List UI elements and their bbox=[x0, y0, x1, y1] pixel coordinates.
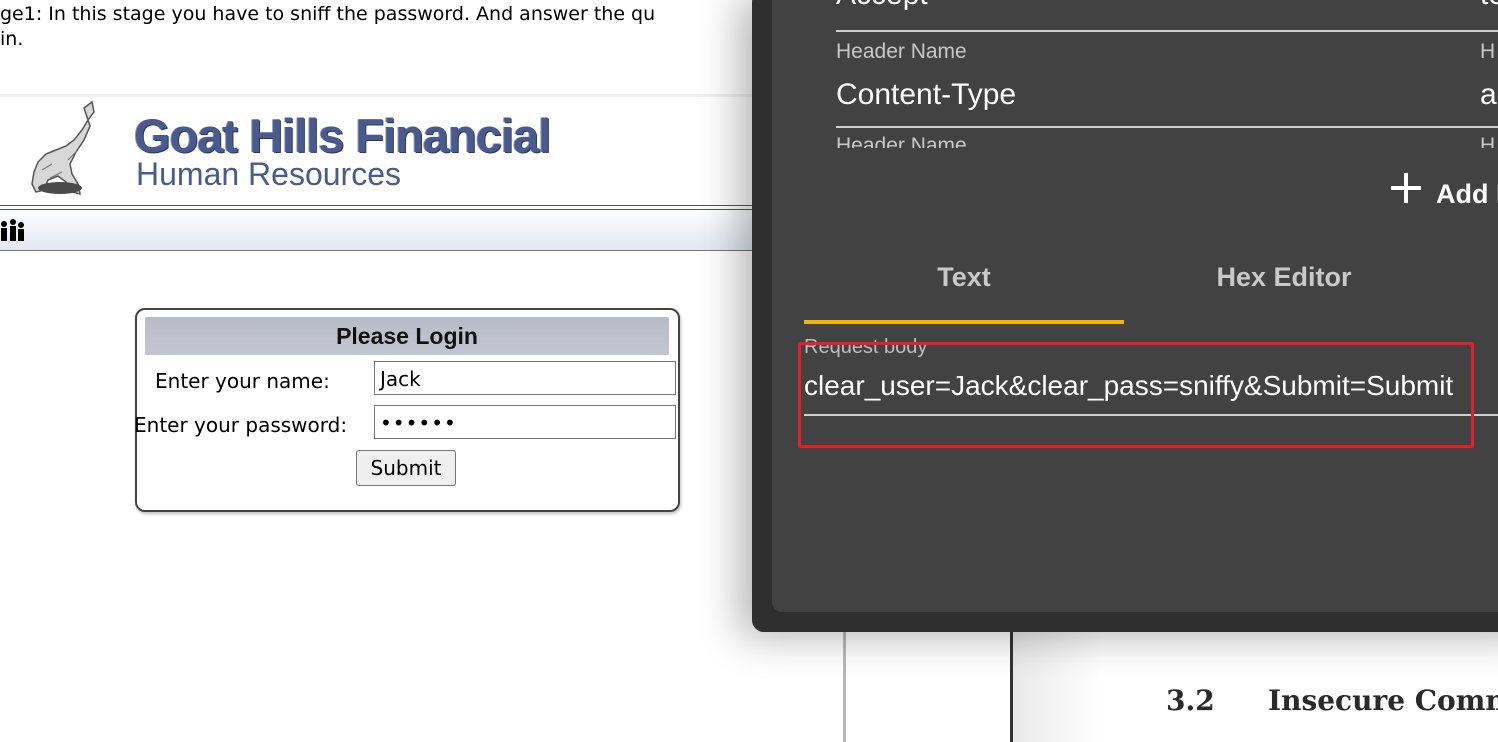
users-icon[interactable] bbox=[0, 218, 26, 242]
add-header-button[interactable]: Add I bbox=[1436, 179, 1498, 210]
header-name-label: Header Name bbox=[836, 40, 967, 63]
login-panel: Please Login Enter your name: Jack Enter… bbox=[134, 308, 680, 512]
instructions-line-1: ge1: In this stage you have to sniff the… bbox=[0, 3, 656, 25]
header-value-right[interactable]: te bbox=[1480, 0, 1498, 12]
brand-subtitle: Human Resources bbox=[136, 156, 401, 192]
instructions-text: ge1: In this stage you have to sniff the… bbox=[0, 2, 760, 52]
request-editor-dialog: Accept te Header Name H Content-Type a H… bbox=[772, 0, 1498, 612]
password-input[interactable]: •••••• bbox=[374, 405, 676, 439]
header-name-label: Header Name bbox=[836, 134, 967, 148]
annotation-highlight-box bbox=[798, 342, 1474, 448]
submit-button[interactable]: Submit bbox=[356, 450, 456, 486]
document-margin-line bbox=[843, 630, 846, 742]
header-value-right[interactable]: a bbox=[1480, 78, 1497, 112]
instructions-line-2: in. bbox=[0, 28, 24, 50]
nav-bar bbox=[0, 205, 760, 251]
active-tab-indicator bbox=[804, 320, 1124, 324]
name-label: Enter your name: bbox=[155, 369, 330, 393]
tab-text[interactable]: Text bbox=[804, 248, 1124, 324]
brand-title: Goat Hills Financial bbox=[134, 109, 551, 162]
tab-hex-editor[interactable]: Hex Editor bbox=[1124, 248, 1444, 324]
header-value-content-type[interactable]: Content-Type bbox=[836, 78, 1016, 112]
header-value-label: H bbox=[1480, 40, 1496, 63]
login-header: Please Login bbox=[145, 317, 669, 355]
goat-logo-icon bbox=[31, 100, 95, 196]
plus-icon[interactable] bbox=[1389, 171, 1423, 205]
name-input[interactable]: Jack bbox=[374, 361, 676, 395]
header-value-label: H bbox=[1480, 134, 1496, 148]
header-row-clip: Header Name H bbox=[772, 130, 1498, 148]
section-title: Insecure Comm bbox=[1268, 684, 1498, 717]
section-number: 3.2 bbox=[1166, 684, 1215, 717]
header-underline bbox=[836, 30, 1498, 32]
password-label: Enter your password: bbox=[134, 413, 348, 437]
divider bbox=[0, 94, 760, 97]
header-underline bbox=[836, 126, 1498, 128]
header-value-accept[interactable]: Accept bbox=[836, 0, 928, 12]
